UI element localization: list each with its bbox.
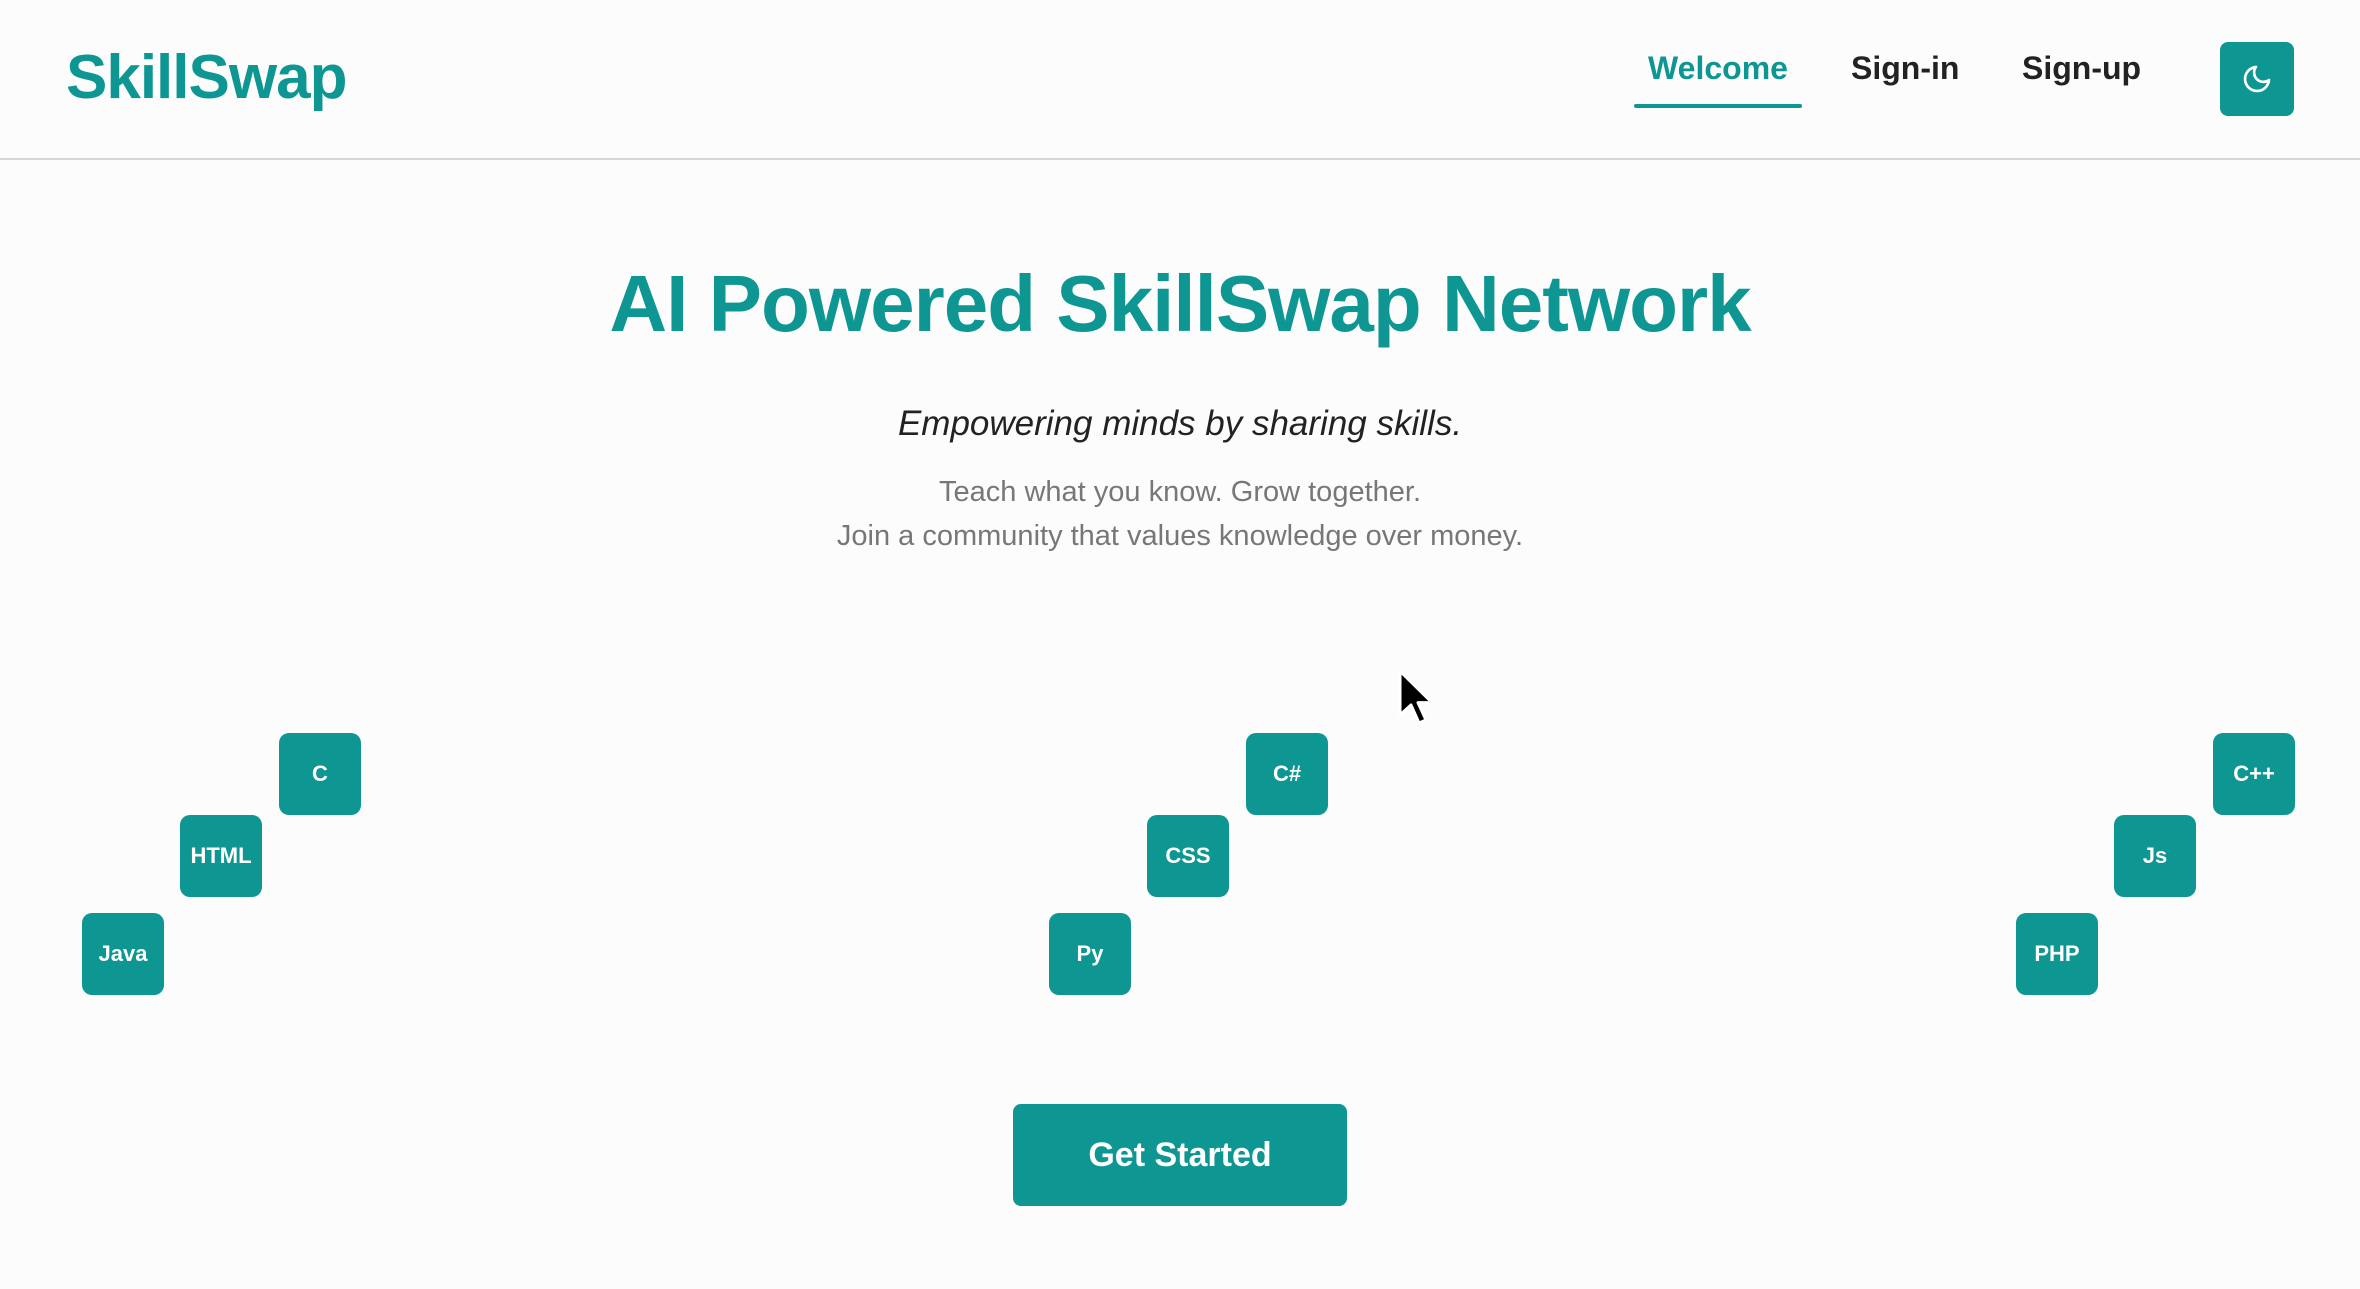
nav-signup-link[interactable]: Sign-up bbox=[2022, 50, 2141, 110]
nav-signin-link[interactable]: Sign-in bbox=[1851, 50, 1959, 110]
top-navbar: SkillSwap Welcome Sign-in Sign-up bbox=[0, 0, 2360, 160]
mouse-cursor-icon bbox=[1398, 669, 1434, 725]
skill-tile-python: Py bbox=[1049, 913, 1131, 995]
skill-tile-js: Js bbox=[2114, 815, 2196, 897]
get-started-button[interactable]: Get Started bbox=[1013, 1104, 1347, 1206]
logo[interactable]: SkillSwap bbox=[66, 42, 347, 113]
welcome-page: SkillSwap Welcome Sign-in Sign-up AI Pow… bbox=[0, 0, 2360, 1289]
skill-tile-csharp: C# bbox=[1246, 733, 1328, 815]
skill-tile-cpp: C++ bbox=[2213, 733, 2295, 815]
theme-toggle-button[interactable] bbox=[2220, 42, 2294, 116]
hero-subline-1: Teach what you know. Grow together. bbox=[939, 476, 1421, 508]
hero-title: AI Powered SkillSwap Network bbox=[609, 259, 1751, 348]
skill-tile-html: HTML bbox=[180, 815, 262, 897]
moon-icon bbox=[2243, 65, 2271, 93]
skill-tile-c: C bbox=[279, 733, 361, 815]
nav-welcome-tab[interactable]: Welcome bbox=[1634, 50, 1802, 110]
skill-tile-java: Java bbox=[82, 913, 164, 995]
skill-tile-css: CSS bbox=[1147, 815, 1229, 897]
hero-tagline: Empowering minds by sharing skills. bbox=[897, 404, 1463, 443]
skill-tile-php: PHP bbox=[2016, 913, 2098, 995]
hero-subline-2: Join a community that values knowledge o… bbox=[836, 520, 1524, 552]
